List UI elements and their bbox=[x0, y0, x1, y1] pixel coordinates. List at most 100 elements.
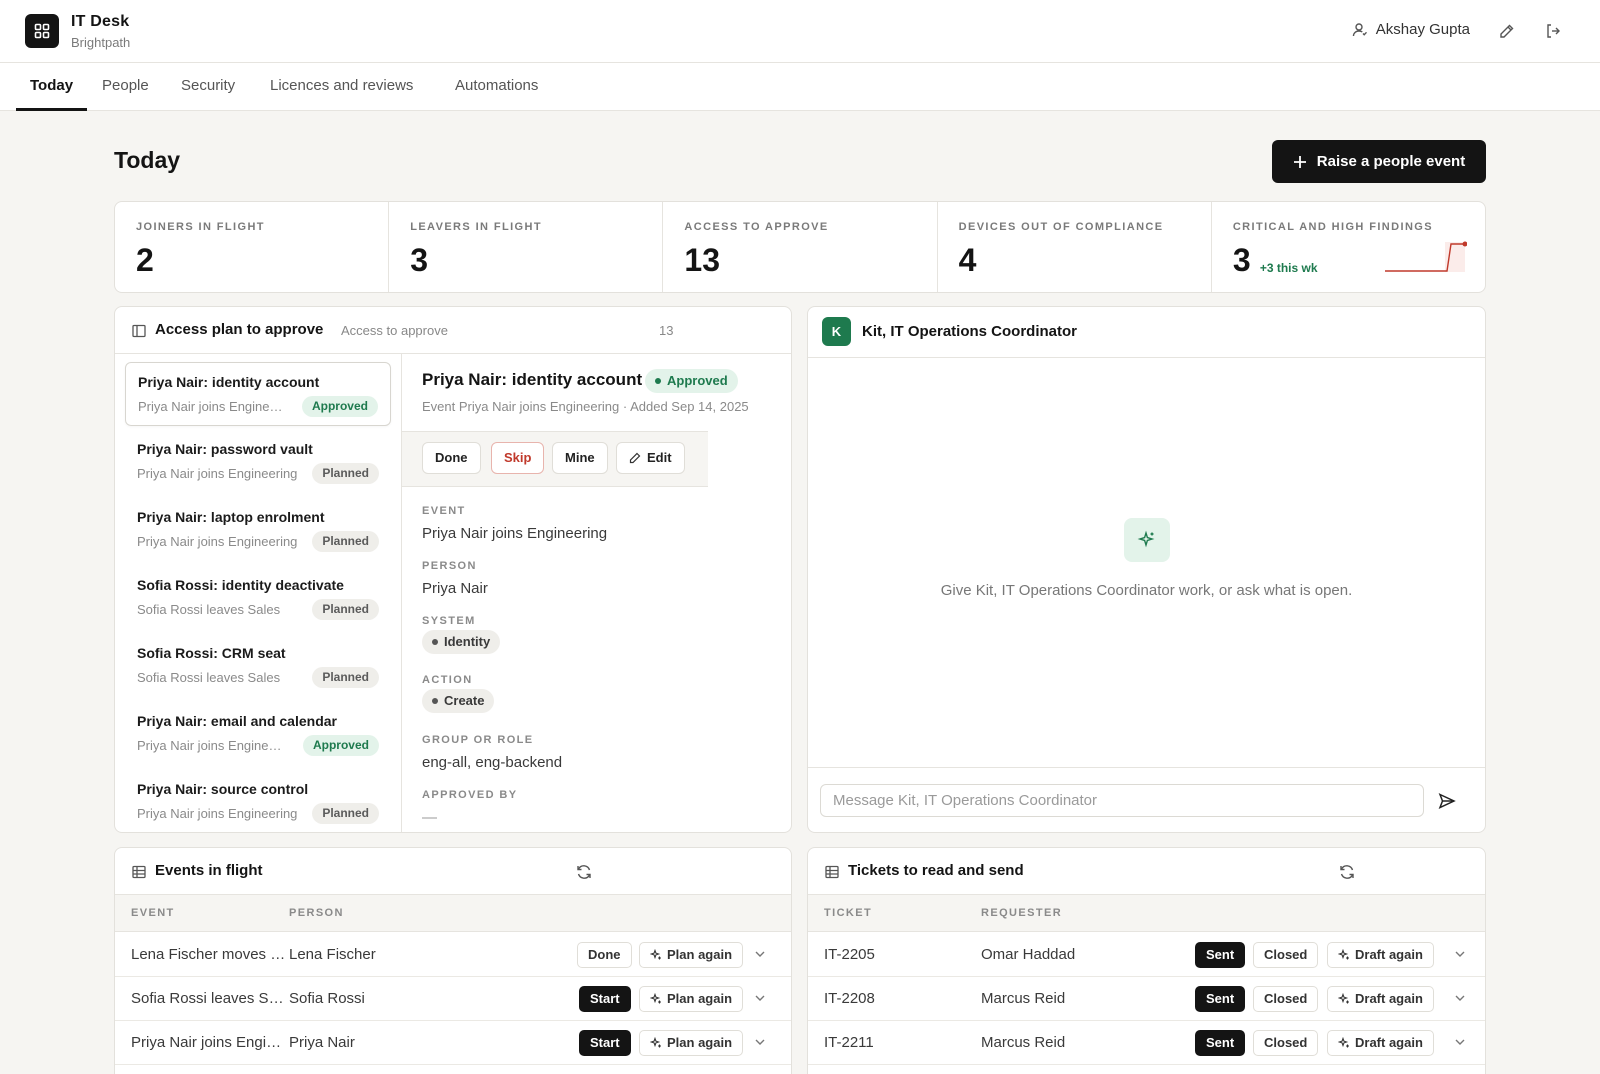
access-plan-title: Access plan to approve bbox=[155, 321, 324, 338]
status-badge: Planned bbox=[312, 803, 379, 824]
closed-button[interactable]: Closed bbox=[1253, 986, 1319, 1012]
refresh-icon[interactable] bbox=[575, 863, 593, 881]
stat-joiners[interactable]: JOINERS IN FLIGHT 2 bbox=[115, 202, 390, 292]
plan-again-button[interactable]: Plan again bbox=[639, 1030, 744, 1056]
list-item-sub: Priya Nair joins Engineering bbox=[137, 738, 287, 753]
mine-button[interactable]: Mine bbox=[552, 442, 608, 474]
closed-button[interactable]: Closed bbox=[1253, 1030, 1319, 1056]
list-item[interactable]: Priya Nair: email and calendar Priya Nai… bbox=[125, 702, 391, 766]
access-plan-subtitle: Access to approve bbox=[341, 323, 448, 338]
user-icon bbox=[1352, 22, 1367, 36]
list-item[interactable]: Priya Nair: password vault Priya Nair jo… bbox=[125, 430, 391, 494]
field-value-approved-by: — bbox=[422, 809, 437, 826]
requester-cell: Marcus Reid bbox=[981, 1034, 1066, 1051]
table-icon bbox=[132, 865, 146, 879]
list-item[interactable]: Priya Nair: source control Priya Nair jo… bbox=[125, 770, 391, 832]
raise-people-event-label: Raise a people event bbox=[1316, 153, 1466, 170]
field-label-action: ACTION bbox=[422, 674, 473, 686]
start-button[interactable]: Start bbox=[579, 986, 631, 1012]
sent-button[interactable]: Sent bbox=[1195, 942, 1246, 968]
tab-automations[interactable]: Automations bbox=[455, 63, 538, 111]
skip-button[interactable]: Skip bbox=[491, 442, 545, 474]
done-button[interactable]: Done bbox=[422, 442, 481, 474]
sparkle-icon bbox=[650, 1037, 661, 1048]
tickets-table-header: TICKET REQUESTER bbox=[808, 895, 1485, 932]
tab-people[interactable]: People bbox=[102, 63, 149, 111]
raise-people-event-button[interactable]: Raise a people event bbox=[1272, 140, 1486, 183]
edit-icon[interactable] bbox=[1496, 20, 1518, 42]
status-badge: Planned bbox=[312, 667, 379, 688]
sparkle-icon bbox=[1338, 1037, 1349, 1048]
list-item[interactable]: Sofia Rossi: identity deactivate Sofia R… bbox=[125, 566, 391, 630]
list-item[interactable]: Priya Nair: identity account Priya Nair … bbox=[125, 362, 391, 426]
stat-access-to-approve[interactable]: ACCESS TO APPROVE 13 bbox=[663, 202, 938, 292]
events-header: Events in flight bbox=[115, 848, 791, 895]
stat-value: 3 bbox=[410, 242, 428, 278]
chevron-down-icon[interactable] bbox=[753, 1035, 767, 1049]
tab-security[interactable]: Security bbox=[181, 63, 235, 111]
plan-again-button[interactable]: Plan again bbox=[639, 942, 744, 968]
stat-label: LEAVERS IN FLIGHT bbox=[410, 221, 542, 233]
edit-button[interactable]: Edit bbox=[616, 442, 685, 474]
done-button[interactable]: Done bbox=[577, 942, 632, 968]
draft-again-label: Draft again bbox=[1355, 947, 1423, 962]
kit-message-input[interactable] bbox=[820, 784, 1424, 817]
list-item[interactable]: Priya Nair: laptop enrolment Priya Nair … bbox=[125, 498, 391, 562]
kit-title: Kit, IT Operations Coordinator bbox=[862, 323, 1078, 340]
chevron-down-icon[interactable] bbox=[1453, 947, 1467, 961]
table-row[interactable]: Priya Nair joins Engineering Priya Nair … bbox=[115, 1021, 791, 1065]
avatar: K bbox=[822, 317, 851, 346]
chevron-down-icon[interactable] bbox=[1453, 991, 1467, 1005]
kit-empty-text: Give Kit, IT Operations Coordinator work… bbox=[940, 582, 1353, 599]
send-icon[interactable] bbox=[1434, 788, 1460, 814]
tickets-header: Tickets to read and send bbox=[808, 848, 1485, 895]
closed-button[interactable]: Closed bbox=[1253, 942, 1319, 968]
requester-cell: Omar Haddad bbox=[981, 946, 1076, 963]
draft-again-button[interactable]: Draft again bbox=[1327, 986, 1434, 1012]
table-row[interactable]: Lena Fischer moves to Finance Lena Fisch… bbox=[115, 933, 791, 977]
stat-leavers[interactable]: LEAVERS IN FLIGHT 3 bbox=[389, 202, 664, 292]
access-plan-detail: Priya Nair: identity account Approved Ev… bbox=[401, 354, 791, 832]
stat-critical-high-findings[interactable]: CRITICAL AND HIGH FINDINGS 3 +3 this wk bbox=[1212, 202, 1485, 292]
plan-again-label: Plan again bbox=[667, 1035, 733, 1050]
list-item-sub: Priya Nair joins Engineering bbox=[137, 806, 298, 821]
start-button[interactable]: Start bbox=[579, 1030, 631, 1056]
list-item-title: Priya Nair: identity account bbox=[138, 374, 320, 390]
table-row[interactable]: IT-2205 Omar Haddad Sent Closed Draft ag… bbox=[808, 933, 1485, 977]
field-label-approved-by: APPROVED BY bbox=[422, 789, 518, 801]
status-badge: Approved bbox=[302, 735, 379, 756]
table-row[interactable]: Sofia Rossi leaves Sales Sofia Rossi Sta… bbox=[115, 977, 791, 1021]
list-item-sub: Priya Nair joins Engineering bbox=[137, 534, 298, 549]
user-menu[interactable]: Akshay Gupta bbox=[1352, 21, 1470, 38]
tab-licences-and-reviews[interactable]: Licences and reviews bbox=[270, 63, 413, 111]
app-logo-icon[interactable] bbox=[25, 14, 59, 48]
table-row[interactable]: IT-2211 Marcus Reid Sent Closed Draft ag… bbox=[808, 1021, 1485, 1065]
draft-again-label: Draft again bbox=[1355, 991, 1423, 1006]
person-cell: Sofia Rossi bbox=[289, 990, 365, 1007]
chevron-down-icon[interactable] bbox=[753, 991, 767, 1005]
page-title: Today bbox=[114, 147, 181, 173]
sent-button[interactable]: Sent bbox=[1195, 986, 1246, 1012]
app-title: IT Desk bbox=[71, 13, 130, 30]
sparkle-icon bbox=[1124, 518, 1170, 562]
chevron-down-icon[interactable] bbox=[1453, 1035, 1467, 1049]
table-row[interactable]: IT-2208 Marcus Reid Sent Closed Draft ag… bbox=[808, 977, 1485, 1021]
list-item[interactable]: Sofia Rossi: CRM seat Sofia Rossi leaves… bbox=[125, 634, 391, 698]
chevron-down-icon[interactable] bbox=[753, 947, 767, 961]
sparkle-icon bbox=[1338, 993, 1349, 1004]
detail-status-badge: Approved bbox=[645, 369, 738, 393]
sent-button[interactable]: Sent bbox=[1195, 1030, 1246, 1056]
refresh-icon[interactable] bbox=[1338, 863, 1356, 881]
column-header-person: PERSON bbox=[289, 907, 344, 919]
stat-value: 4 bbox=[958, 242, 977, 278]
ticket-cell: IT-2211 bbox=[824, 1034, 874, 1051]
logout-icon[interactable] bbox=[1542, 20, 1564, 42]
stat-devices-out-of-compliance[interactable]: DEVICES OUT OF COMPLIANCE 4 bbox=[938, 202, 1212, 292]
draft-again-button[interactable]: Draft again bbox=[1327, 1030, 1434, 1056]
pencil-icon bbox=[629, 452, 641, 464]
column-header-requester: REQUESTER bbox=[981, 907, 1063, 919]
tab-today[interactable]: Today bbox=[16, 63, 88, 111]
field-value-group: eng-all, eng-backend bbox=[422, 754, 563, 771]
draft-again-button[interactable]: Draft again bbox=[1327, 942, 1434, 968]
plan-again-button[interactable]: Plan again bbox=[639, 986, 744, 1012]
